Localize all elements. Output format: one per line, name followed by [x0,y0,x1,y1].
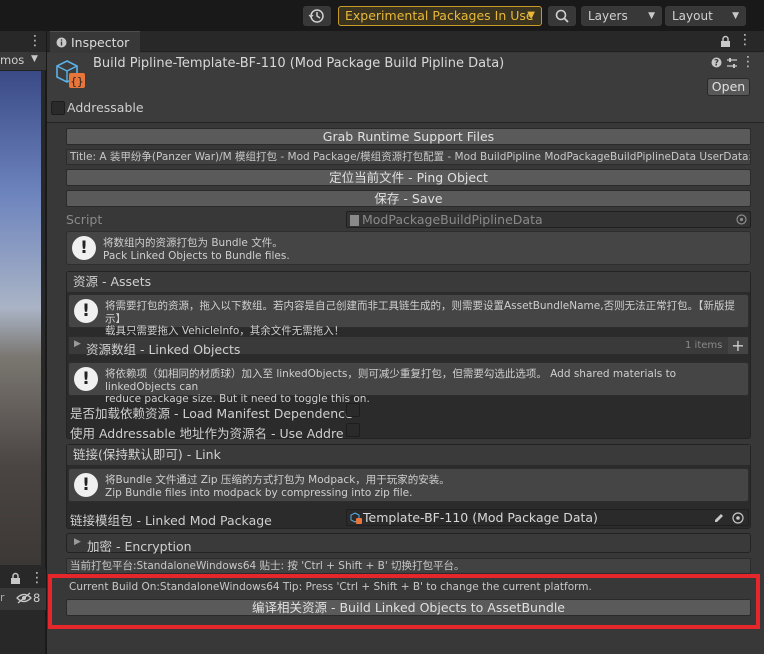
history-icon [308,9,324,23]
help-link-line-2: Zip Bundle files into modpack by compres… [105,486,413,499]
svg-text:{}: {} [70,75,83,88]
title-path-field: Title: A 装甲纷争(Panzer War)/M 模组打包 - Mod P… [66,149,751,165]
preset-sliders-icon[interactable] [726,57,738,69]
warning-info-icon: ! [72,236,96,260]
object-picker-icon[interactable] [732,512,744,524]
search-icon [555,9,569,23]
more-options-icon[interactable]: ⋮ [738,32,752,48]
platform-info-en: Current Build On:StandaloneWindows64 Tip… [66,580,751,595]
experimental-label: Experimental Packages In Use [345,8,534,23]
caret-down-icon[interactable]: ▼ [31,54,38,64]
hierarchy-toolbar: r 8 [0,588,46,610]
help-assets-line-1: 将需要打包的资源，拖入以下数组。若内容是自己创建而非工具链生成的，则需要设置As… [105,300,735,325]
assets-section-header: 资源 - Assets [67,272,750,292]
load-manifest-checkbox[interactable] [346,403,360,417]
warning-info-icon: ! [74,367,98,391]
help-link-line-1: 将Bundle 文件通过 Zip 压缩的方式打包为 Modpack，用于玩家的安… [105,474,450,486]
link-section-header: 链接(保持默认即可) - Link [67,445,750,465]
asset-title: Build Pipline-Template-BF-110 (Mod Packa… [93,56,505,71]
open-button[interactable]: Open [707,78,750,96]
warning-info-icon: ! [74,299,98,323]
addressable-label: Addressable [67,100,144,115]
platform-info-en-text: Current Build On:StandaloneWindows64 Tip… [69,581,592,593]
load-manifest-label: 是否加载依赖资源 - Load Manifest Dependence [70,406,353,421]
dropdown-partial-label[interactable]: r [0,591,5,604]
help-main-line-1: 将数组内的资源打包为 Bundle 文件。 [103,237,283,249]
layout-label: Layout [672,9,713,23]
inspector-tab-bar [47,31,764,52]
help-box-dependence: ! 将依赖项（如相同的材质球）加入至 linkedObjects，则可减少重复打… [68,362,749,405]
caret-down-icon: ▼ [648,11,655,21]
hidden-eye-icon[interactable] [16,592,32,604]
svg-text:?: ? [714,59,719,68]
ping-object-button[interactable]: 定位当前文件 - Ping Object [66,169,751,186]
help-box-link: ! 将Bundle 文件通过 Zip 压缩的方式打包为 Modpack，用于玩家… [68,468,749,502]
platform-info-cn-text: 当前打包平台:StandaloneWindows64 贴士: 按 'Ctrl +… [70,560,465,572]
use-addressable-label: 使用 Addressable 地址作为资源名 - Use Addressal [70,426,344,441]
add-item-button[interactable]: + [728,337,748,354]
title-path-text: Title: A 装甲纷争(Panzer War)/M 模组打包 - Mod P… [70,151,751,163]
inspector-tab-label: Inspector [71,35,130,50]
warning-info-icon: ! [74,473,98,497]
build-assetbundle-label: 编译相关资源 - Build Linked Objects to AssetBu… [252,600,565,615]
items-count: 1 items [685,340,723,351]
scene-viewport[interactable] [0,71,41,565]
experimental-packages-dropdown[interactable]: Experimental Packages In Use ▼ [338,6,542,26]
encryption-foldout[interactable]: ▶ 加密 - Encryption [66,533,751,554]
lock-icon[interactable] [10,572,21,585]
help-box-assets: ! 将需要打包的资源，拖入以下数组。若内容是自己创建而非工具链生成的，则需要设置… [68,294,749,337]
layers-dropdown[interactable]: Layers ▼ [581,6,662,26]
script-value: ModPackageBuildPiplineData [362,212,543,227]
asset-header: {} Build Pipline-Template-BF-110 (Mod Pa… [47,53,764,123]
lock-icon[interactable] [720,35,731,48]
hidden-count-badge: 8 [33,591,41,605]
linked-mod-label: 链接模组包 - Linked Mod Package [70,513,272,528]
script-field: ModPackageBuildPiplineData [346,211,751,228]
hierarchy-tab-bar: ⋮ [0,569,46,588]
use-addressable-checkbox[interactable] [346,423,360,437]
info-icon [56,37,67,48]
more-options-icon[interactable]: ⋮ [741,54,755,70]
scriptable-object-icon: {} [56,60,85,88]
grab-runtime-files-label: Grab Runtime Support Files [322,129,495,144]
save-button[interactable]: 保存 - Save [66,190,751,207]
top-toolbar: Experimental Packages In Use ▼ Layers ▼ … [0,0,764,31]
tab-inspector[interactable]: Inspector [50,31,140,53]
scriptable-object-icon [350,512,362,524]
layers-label: Layers [588,9,628,23]
addressable-checkbox[interactable] [51,101,65,115]
help-icon[interactable]: ? [711,57,722,68]
gizmos-dropdown-label[interactable]: mos [0,53,24,67]
caret-down-icon: ▼ [732,11,739,21]
linked-mod-value: Template-BF-110 (Mod Package Data) [363,510,598,525]
layout-dropdown[interactable]: Layout ▼ [665,6,746,26]
grab-runtime-files-button[interactable]: Grab Runtime Support Files [66,128,751,145]
save-label: 保存 - Save [374,191,443,206]
ping-object-label: 定位当前文件 - Ping Object [329,170,488,185]
platform-info-cn: 当前打包平台:StandaloneWindows64 贴士: 按 'Ctrl +… [66,558,751,574]
help-dependence-line-1: 将依赖项（如相同的材质球）加入至 linkedObjects，则可减少重复打包，… [105,368,677,393]
more-options-icon[interactable]: ⋮ [28,33,42,49]
open-button-label: Open [711,79,746,94]
linked-objects-label: 资源数组 - Linked Objects [86,342,241,357]
more-options-icon[interactable]: ⋮ [30,570,44,586]
linked-objects-foldout[interactable]: ▶ 资源数组 - Linked Objects 1 items + [68,336,749,357]
scene-tab-bar: ⋮ [0,31,46,52]
foldout-arrow-icon: ▶ [74,339,81,349]
history-button[interactable] [303,6,331,26]
encryption-label: 加密 - Encryption [87,539,192,554]
caret-down-icon: ▼ [527,10,535,21]
build-assetbundle-button[interactable]: 编译相关资源 - Build Linked Objects to AssetBu… [66,599,751,616]
scene-toolbar: mos ▼ [0,52,46,71]
search-button[interactable] [548,6,576,26]
edit-pencil-icon[interactable] [713,512,725,524]
help-box-main: ! 将数组内的资源打包为 Bundle 文件。 Pack Linked Obje… [66,231,751,265]
cs-script-icon [350,215,359,226]
object-picker-icon [736,214,747,225]
foldout-arrow-icon: ▶ [74,537,81,547]
help-main-line-2: Pack Linked Objects to Bundle files. [103,249,290,262]
linked-mod-field[interactable]: Template-BF-110 (Mod Package Data) [346,509,749,526]
script-label: Script [66,212,103,227]
